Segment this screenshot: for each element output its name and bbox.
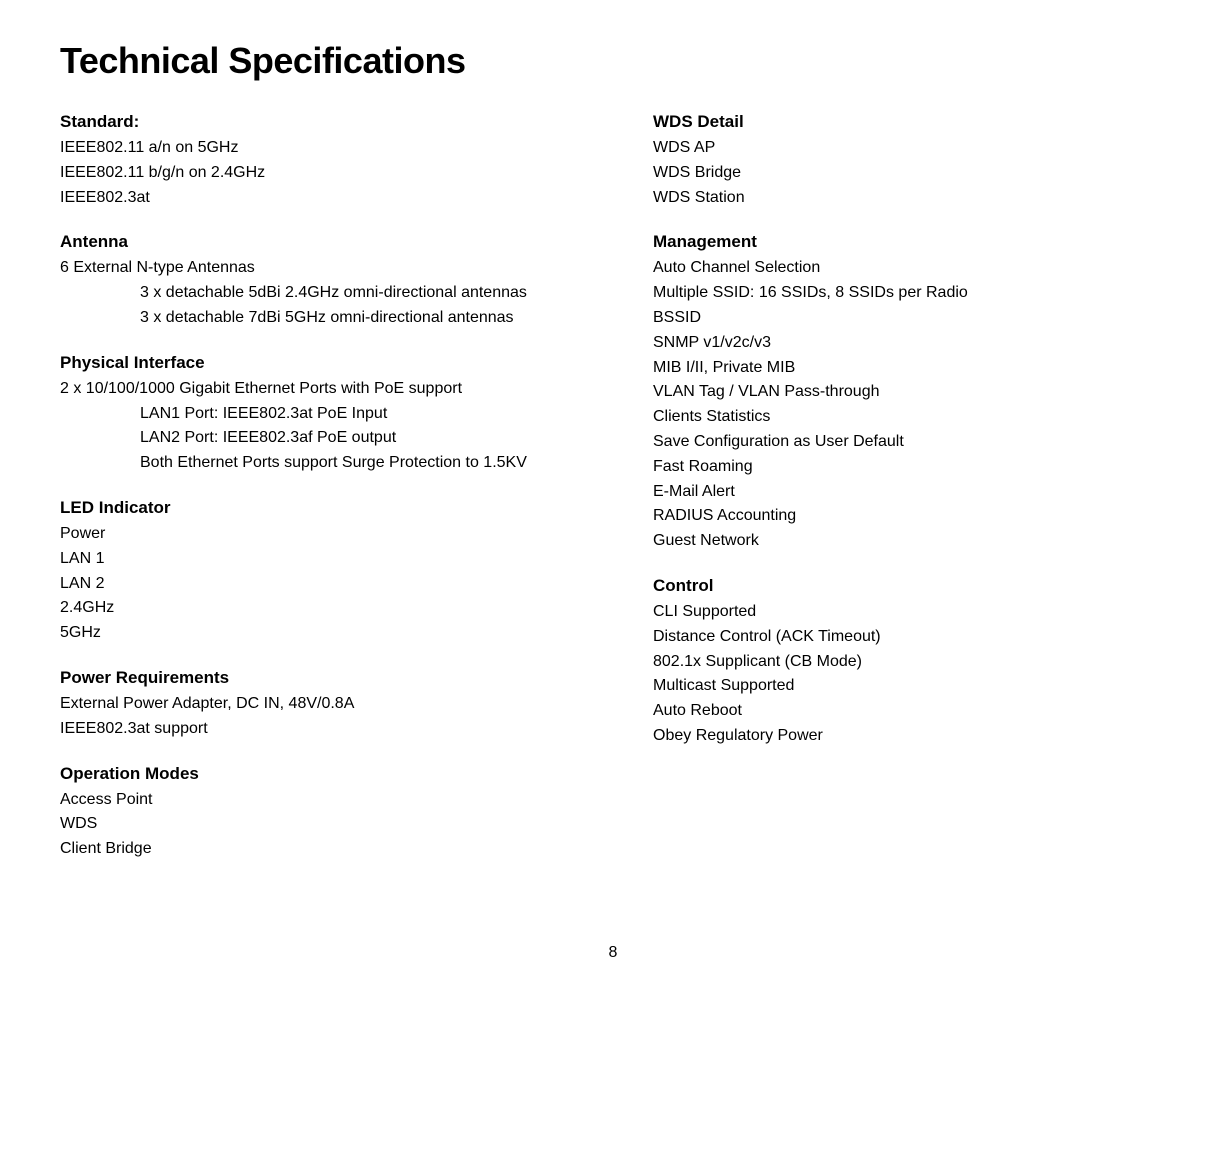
operation-line-1: Access Point <box>60 788 573 813</box>
mgmt-line-8: Save Configuration as User Default <box>653 430 1166 455</box>
section-heading-antenna: Antenna <box>60 232 573 252</box>
wds-line-2: WDS Bridge <box>653 161 1166 186</box>
control-line-5: Auto Reboot <box>653 699 1166 724</box>
left-column: Standard: IEEE802.11 a/n on 5GHz IEEE802… <box>60 112 613 884</box>
section-heading-power: Power Requirements <box>60 668 573 688</box>
led-line-1: Power <box>60 522 573 547</box>
section-physical-interface: Physical Interface 2 x 10/100/1000 Gigab… <box>60 353 573 476</box>
page-number: 8 <box>60 944 1166 962</box>
led-line-3: LAN 2 <box>60 572 573 597</box>
section-body-led: Power LAN 1 LAN 2 2.4GHz 5GHz <box>60 522 573 646</box>
mgmt-line-12: Guest Network <box>653 529 1166 554</box>
mgmt-line-1: Auto Channel Selection <box>653 256 1166 281</box>
section-body-management: Auto Channel Selection Multiple SSID: 16… <box>653 256 1166 554</box>
mgmt-line-6: VLAN Tag / VLAN Pass-through <box>653 380 1166 405</box>
mgmt-line-3: BSSID <box>653 306 1166 331</box>
section-control: Control CLI Supported Distance Control (… <box>653 576 1166 749</box>
section-heading-management: Management <box>653 232 1166 252</box>
standard-line-1: IEEE802.11 a/n on 5GHz <box>60 136 573 161</box>
section-body-control: CLI Supported Distance Control (ACK Time… <box>653 600 1166 749</box>
power-line-2: IEEE802.3at support <box>60 717 573 742</box>
operation-line-2: WDS <box>60 812 573 837</box>
section-body-physical: 2 x 10/100/1000 Gigabit Ethernet Ports w… <box>60 377 573 476</box>
page-title: Technical Specifications <box>60 40 1166 82</box>
section-body-wds: WDS AP WDS Bridge WDS Station <box>653 136 1166 210</box>
physical-indented-2: LAN2 Port: IEEE802.3af PoE output <box>60 426 573 451</box>
antenna-indented-1: 3 x detachable 5dBi 2.4GHz omni-directio… <box>60 281 573 306</box>
control-line-2: Distance Control (ACK Timeout) <box>653 625 1166 650</box>
physical-indented-1: LAN1 Port: IEEE802.3at PoE Input <box>60 402 573 427</box>
mgmt-line-2: Multiple SSID: 16 SSIDs, 8 SSIDs per Rad… <box>653 281 1166 306</box>
mgmt-line-11: RADIUS Accounting <box>653 504 1166 529</box>
operation-line-3: Client Bridge <box>60 837 573 862</box>
control-line-3: 802.1x Supplicant (CB Mode) <box>653 650 1166 675</box>
mgmt-line-4: SNMP v1/v2c/v3 <box>653 331 1166 356</box>
section-heading-led: LED Indicator <box>60 498 573 518</box>
section-body-antenna: 6 External N-type Antennas 3 x detachabl… <box>60 256 573 330</box>
led-line-2: LAN 1 <box>60 547 573 572</box>
physical-line-1: 2 x 10/100/1000 Gigabit Ethernet Ports w… <box>60 377 573 402</box>
section-wds-detail: WDS Detail WDS AP WDS Bridge WDS Station <box>653 112 1166 210</box>
right-column: WDS Detail WDS AP WDS Bridge WDS Station… <box>613 112 1166 884</box>
physical-indented-3: Both Ethernet Ports support Surge Protec… <box>60 451 573 476</box>
led-line-4: 2.4GHz <box>60 596 573 621</box>
control-line-6: Obey Regulatory Power <box>653 724 1166 749</box>
antenna-line-1: 6 External N-type Antennas <box>60 256 573 281</box>
antenna-indented-2: 3 x detachable 7dBi 5GHz omni-directiona… <box>60 306 573 331</box>
standard-line-2: IEEE802.11 b/g/n on 2.4GHz <box>60 161 573 186</box>
section-power-requirements: Power Requirements External Power Adapte… <box>60 668 573 742</box>
section-body-power: External Power Adapter, DC IN, 48V/0.8A … <box>60 692 573 742</box>
control-line-1: CLI Supported <box>653 600 1166 625</box>
section-heading-control: Control <box>653 576 1166 596</box>
wds-line-3: WDS Station <box>653 186 1166 211</box>
mgmt-line-5: MIB I/II, Private MIB <box>653 356 1166 381</box>
mgmt-line-9: Fast Roaming <box>653 455 1166 480</box>
control-line-4: Multicast Supported <box>653 674 1166 699</box>
standard-line-3: IEEE802.3at <box>60 186 573 211</box>
mgmt-line-10: E-Mail Alert <box>653 480 1166 505</box>
section-heading-operation-modes: Operation Modes <box>60 764 573 784</box>
mgmt-line-7: Clients Statistics <box>653 405 1166 430</box>
section-heading-physical: Physical Interface <box>60 353 573 373</box>
wds-line-1: WDS AP <box>653 136 1166 161</box>
section-operation-modes: Operation Modes Access Point WDS Client … <box>60 764 573 862</box>
section-body-standard: IEEE802.11 a/n on 5GHz IEEE802.11 b/g/n … <box>60 136 573 210</box>
section-management: Management Auto Channel Selection Multip… <box>653 232 1166 554</box>
section-heading-standard: Standard: <box>60 112 573 132</box>
section-standard: Standard: IEEE802.11 a/n on 5GHz IEEE802… <box>60 112 573 210</box>
section-led: LED Indicator Power LAN 1 LAN 2 2.4GHz 5… <box>60 498 573 646</box>
section-antenna: Antenna 6 External N-type Antennas 3 x d… <box>60 232 573 330</box>
led-line-5: 5GHz <box>60 621 573 646</box>
section-heading-wds: WDS Detail <box>653 112 1166 132</box>
section-body-operation-modes: Access Point WDS Client Bridge <box>60 788 573 862</box>
power-line-1: External Power Adapter, DC IN, 48V/0.8A <box>60 692 573 717</box>
